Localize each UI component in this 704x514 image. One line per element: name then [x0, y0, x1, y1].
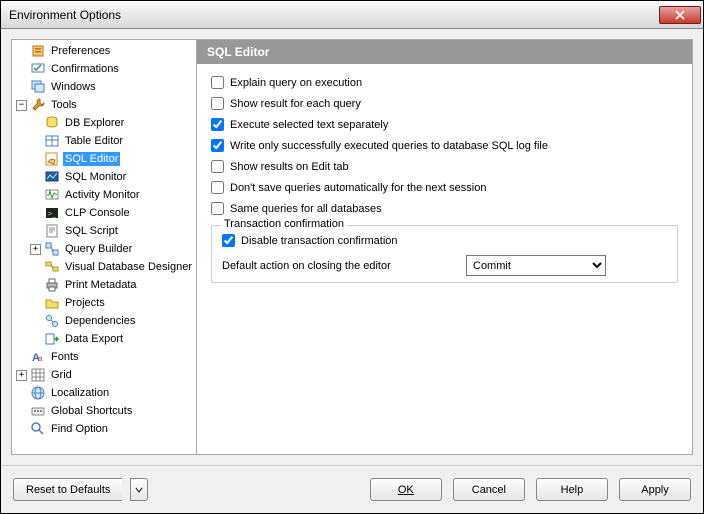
ok-button[interactable]: OK — [370, 478, 442, 501]
collapse-icon[interactable]: − — [16, 100, 27, 111]
tree-item-sql-script[interactable]: SQL Script — [12, 222, 196, 240]
default-action-label: Default action on closing the editor — [222, 260, 466, 272]
check-exec-selected-label[interactable]: Execute selected text separately — [230, 119, 388, 131]
chevron-down-icon — [135, 486, 143, 494]
localization-icon — [30, 385, 46, 401]
section-header: SQL Editor — [197, 40, 692, 64]
sql-editor-icon — [44, 151, 60, 167]
check-show-result-each-label[interactable]: Show result for each query — [230, 98, 361, 110]
tree-item-preferences[interactable]: Preferences — [12, 42, 196, 60]
svg-text:a: a — [38, 354, 43, 363]
sql-monitor-icon — [44, 169, 60, 185]
tree-item-visual-db-designer[interactable]: Visual Database Designer — [12, 258, 196, 276]
tree-item-sql-monitor[interactable]: SQL Monitor — [12, 168, 196, 186]
window-title: Environment Options — [9, 8, 659, 22]
check-disable-tx-label[interactable]: Disable transaction confirmation — [241, 235, 398, 247]
sql-script-icon — [44, 223, 60, 239]
dependencies-icon — [44, 313, 60, 329]
tree-item-confirmations[interactable]: Confirmations — [12, 60, 196, 78]
nav-tree[interactable]: Preferences Confirmations Windows − T — [11, 39, 197, 455]
tree-item-fonts[interactable]: Aa Fonts — [12, 348, 196, 366]
tree-item-global-shortcuts[interactable]: Global Shortcuts — [12, 402, 196, 420]
tree-item-db-explorer[interactable]: DB Explorer — [12, 114, 196, 132]
check-dont-save[interactable] — [211, 181, 224, 194]
global-shortcuts-icon — [30, 403, 46, 419]
options-body: Explain query on execution Show result f… — [197, 64, 692, 295]
check-same-queries-label[interactable]: Same queries for all databases — [230, 203, 382, 215]
help-button[interactable]: Help — [536, 478, 608, 501]
content-panel: SQL Editor Explain query on execution Sh… — [197, 39, 693, 455]
environment-options-dialog: Environment Options Preferences Confirma… — [0, 0, 704, 514]
check-explain-query[interactable] — [211, 76, 224, 89]
check-show-on-edit[interactable] — [211, 160, 224, 173]
reset-defaults-button[interactable]: Reset to Defaults — [13, 478, 122, 501]
windows-icon — [30, 79, 46, 95]
check-explain-query-label[interactable]: Explain query on execution — [230, 77, 362, 89]
check-dont-save-label[interactable]: Don't save queries automatically for the… — [230, 182, 486, 194]
svg-text:>_: >_ — [48, 211, 56, 218]
check-same-queries[interactable] — [211, 202, 224, 215]
data-export-icon — [44, 331, 60, 347]
clp-console-icon: >_ — [44, 205, 60, 221]
dialog-body: Preferences Confirmations Windows − T — [1, 29, 703, 465]
check-show-on-edit-label[interactable]: Show results on Edit tab — [230, 161, 349, 173]
tree-item-sql-editor[interactable]: SQL Editor — [12, 150, 196, 168]
reset-defaults-splitbutton: Reset to Defaults — [13, 478, 148, 501]
tree-item-grid[interactable]: + Grid — [12, 366, 196, 384]
tools-icon — [30, 97, 46, 113]
tree-item-find-option[interactable]: Find Option — [12, 420, 196, 438]
fonts-icon: Aa — [30, 349, 46, 365]
expand-icon[interactable]: + — [16, 370, 27, 381]
tree-item-table-editor[interactable]: Table Editor — [12, 132, 196, 150]
print-metadata-icon — [44, 277, 60, 293]
dialog-footer: Reset to Defaults OK Cancel Help Apply — [1, 465, 703, 513]
grid-icon — [30, 367, 46, 383]
check-exec-selected[interactable] — [211, 118, 224, 131]
table-editor-icon — [44, 133, 60, 149]
tree-item-data-export[interactable]: Data Export — [12, 330, 196, 348]
check-write-log-label[interactable]: Write only successfully executed queries… — [230, 140, 548, 152]
close-button[interactable] — [659, 6, 701, 24]
check-disable-tx[interactable] — [222, 234, 235, 247]
db-explorer-icon — [44, 115, 60, 131]
cancel-button[interactable]: Cancel — [453, 478, 525, 501]
activity-monitor-icon — [44, 187, 60, 203]
tree-item-localization[interactable]: Localization — [12, 384, 196, 402]
close-icon — [675, 10, 685, 20]
query-builder-icon — [44, 241, 60, 257]
tree-item-print-metadata[interactable]: Print Metadata — [12, 276, 196, 294]
fieldset-legend: Transaction confirmation — [220, 218, 348, 230]
check-write-log[interactable] — [211, 139, 224, 152]
tree-item-clp-console[interactable]: >_ CLP Console — [12, 204, 196, 222]
find-option-icon — [30, 421, 46, 437]
titlebar[interactable]: Environment Options — [1, 1, 703, 29]
visual-db-designer-icon — [44, 259, 60, 275]
tree-item-windows[interactable]: Windows — [12, 78, 196, 96]
confirmations-icon — [30, 61, 46, 77]
apply-button[interactable]: Apply — [619, 478, 691, 501]
expand-icon[interactable]: + — [30, 244, 41, 255]
check-show-result-each[interactable] — [211, 97, 224, 110]
tree-item-tools[interactable]: − Tools — [12, 96, 196, 114]
default-action-select[interactable]: CommitRollback — [466, 255, 606, 276]
preferences-icon — [30, 43, 46, 59]
tree-item-query-builder[interactable]: + Query Builder — [12, 240, 196, 258]
tree-item-dependencies[interactable]: Dependencies — [12, 312, 196, 330]
tree-item-activity-monitor[interactable]: Activity Monitor — [12, 186, 196, 204]
tree-item-projects[interactable]: Projects — [12, 294, 196, 312]
projects-icon — [44, 295, 60, 311]
reset-defaults-dropdown[interactable] — [130, 478, 148, 501]
transaction-confirmation-group: Transaction confirmation Disable transac… — [211, 225, 678, 283]
